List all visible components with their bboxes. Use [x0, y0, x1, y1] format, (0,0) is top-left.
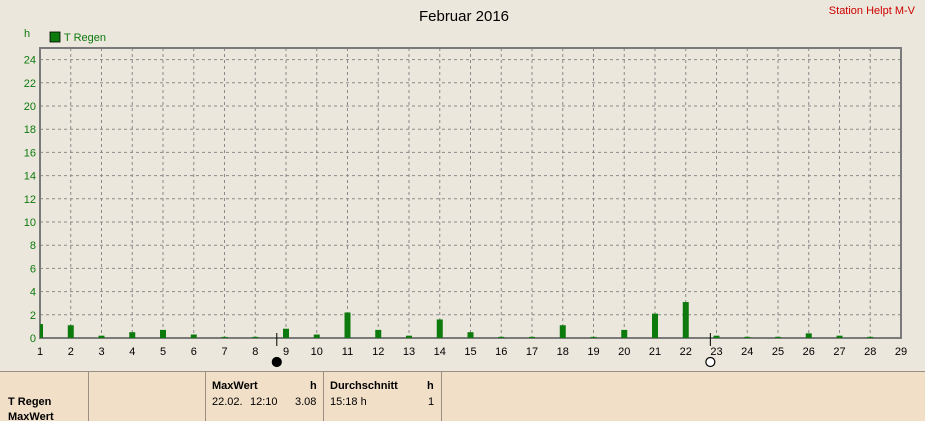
bar [129, 332, 136, 338]
bars [40, 302, 874, 338]
y-axis-label: h [24, 28, 30, 40]
bar [590, 336, 597, 338]
y-tick-label: 2 [30, 310, 36, 322]
y-tick-label: 4 [30, 287, 36, 299]
stats-panel: T Regen MaxWert MaxWert h 22.02. 12:10 3… [0, 371, 925, 421]
x-tick-label: 15 [464, 346, 476, 358]
x-tick-label: 23 [710, 346, 722, 358]
bar [682, 302, 689, 338]
y-tick-label: 14 [24, 171, 36, 183]
x-tick-label: 20 [618, 346, 630, 358]
y-tick-label: 10 [24, 217, 36, 229]
bar [744, 336, 751, 338]
x-tick-label: 25 [772, 346, 784, 358]
full-moon-icon [705, 356, 716, 368]
grid [40, 48, 901, 338]
x-tick-label: 3 [98, 346, 104, 358]
station-label: Station Helpt M-V [828, 5, 915, 17]
bar [344, 312, 351, 338]
y-tick-label: 8 [30, 240, 36, 252]
bar [775, 336, 781, 338]
x-tick-label: 19 [587, 346, 599, 358]
legend-swatch [49, 31, 61, 43]
panel-divider [88, 372, 89, 421]
x-tick-label: 10 [311, 346, 323, 358]
bar [805, 333, 812, 338]
x-tick-label: 18 [557, 346, 569, 358]
bar [529, 336, 535, 338]
x-tick-label: 14 [434, 346, 446, 358]
panel-divider [323, 372, 324, 421]
chart-title: Februar 2016 [419, 8, 509, 25]
avg-value: 15:18 h [330, 396, 367, 408]
bar [160, 329, 166, 338]
y-tick-label: 18 [24, 124, 36, 136]
x-ticks: 1 2 3 4 5 6 7 8 9 10 11 12 13 14 15 16 17 18 19 20 21 22 23 24 2… [37, 346, 907, 358]
x-tick-label: 22 [680, 346, 692, 358]
bar [559, 325, 566, 338]
x-tick-label: 4 [129, 346, 135, 358]
bar [190, 334, 197, 338]
bar [621, 329, 628, 338]
y-tick-label: 16 [24, 147, 36, 159]
bar [836, 335, 843, 338]
x-tick-label: 1 [37, 346, 43, 358]
bar [375, 329, 382, 338]
y-tick-label: 12 [24, 194, 36, 206]
y-ticks: 024681012141618202224 [24, 55, 36, 345]
max-value: 3.08 [295, 396, 317, 408]
max-date: 22.02. [212, 396, 243, 408]
x-tick-label: 12 [372, 346, 384, 358]
x-tick-label: 9 [283, 346, 289, 358]
y-tick-label: 20 [24, 101, 36, 113]
bar [652, 313, 658, 338]
x-tick-label: 11 [342, 346, 353, 358]
row-label: T Regen [8, 396, 52, 408]
legend: T Regen [49, 31, 106, 44]
x-tick-label: 29 [895, 346, 907, 358]
bar [40, 324, 43, 338]
bar [313, 334, 320, 338]
x-tick-label: 16 [495, 346, 507, 358]
y-tick-label: 22 [24, 78, 36, 90]
bar [867, 336, 874, 338]
chart: Februar 2016 h T Regen 02468101214161820… [24, 8, 907, 368]
x-tick-label: 26 [803, 346, 815, 358]
avg-count: 1 [428, 396, 435, 408]
new-moon-icon [271, 356, 282, 368]
legend-label: T Regen [64, 32, 106, 44]
bar [406, 335, 412, 338]
x-tick-label: 2 [68, 346, 74, 358]
x-tick-label: 27 [833, 346, 845, 358]
bar [221, 336, 228, 338]
bar [252, 336, 259, 338]
avg-header: Durchschnitt [330, 380, 398, 392]
bar [467, 332, 474, 338]
x-tick-label: 13 [403, 346, 415, 358]
x-tick-label: 8 [252, 346, 258, 358]
panel-divider [205, 372, 206, 421]
x-tick-label: 21 [649, 346, 661, 358]
avg-unit: h [427, 380, 434, 392]
bar [436, 319, 443, 338]
x-tick-label: 5 [160, 346, 166, 358]
max-header: MaxWert [212, 380, 258, 392]
bar [283, 328, 289, 338]
x-tick-label: 6 [191, 346, 197, 358]
bar [713, 335, 720, 338]
y-tick-label: 6 [30, 263, 36, 275]
y-tick-label: 0 [30, 333, 36, 345]
x-tick-label: 28 [864, 346, 876, 358]
max-unit: h [310, 380, 317, 392]
bar [67, 325, 74, 338]
y-tick-label: 24 [24, 55, 36, 67]
bar [98, 335, 105, 338]
bar [498, 336, 505, 338]
x-tick-label: 17 [526, 346, 538, 358]
max-time: 12:10 [250, 396, 278, 408]
x-tick-label: 7 [221, 346, 227, 358]
x-tick-label: 24 [741, 346, 753, 358]
panel-divider [441, 372, 442, 421]
